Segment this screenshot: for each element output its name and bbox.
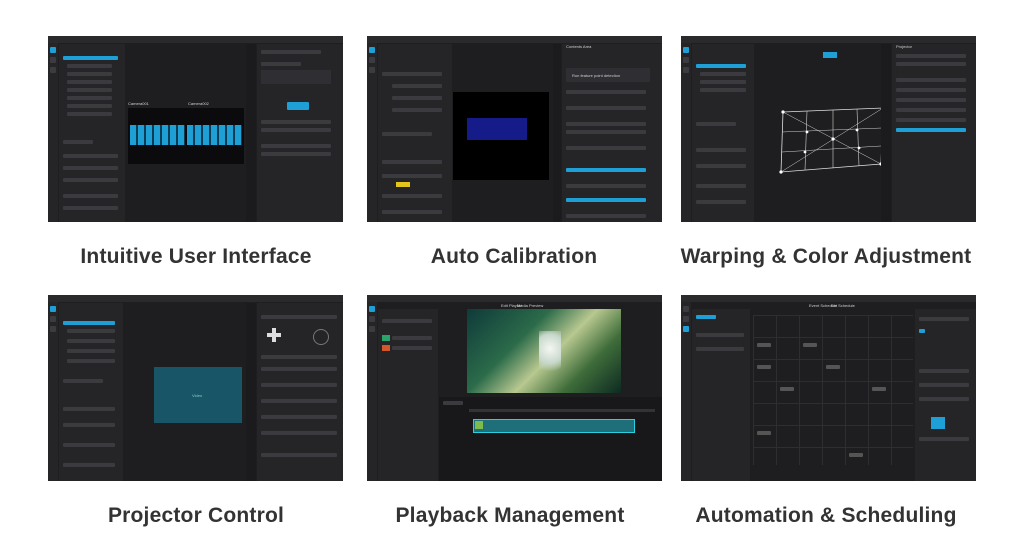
feature-caption: Playback Management (395, 504, 625, 527)
feature-playback-screenshot: Edit Playlist Media Preview (367, 295, 662, 481)
feature-caption: Projector Control (107, 504, 285, 527)
feature-projector-screenshot: Video (48, 295, 343, 481)
screen-label: Video (192, 393, 203, 398)
feature-warp-screenshot: Projector (681, 36, 976, 222)
feature-schedule-screenshot: Event Schedule Set Schedule (681, 295, 976, 481)
camera-label: Camera002 (188, 101, 209, 106)
warp-grid[interactable] (777, 102, 889, 182)
calendar-grid[interactable] (753, 315, 913, 465)
feature-caption: Auto Calibration (430, 245, 598, 268)
feature-caption: Intuitive User Interface (80, 245, 312, 268)
panel-title: Projector (896, 44, 913, 49)
camera-label: Camera001 (128, 101, 149, 106)
tab-media-preview[interactable]: Media Preview (517, 303, 543, 308)
feature-caption: Warping & Color Adjustment (680, 245, 972, 268)
tab-set-schedule[interactable]: Set Schedule (831, 303, 855, 308)
panel-title: Contents Area (566, 44, 592, 49)
feature-ui-screenshot: Camera001 Camera002 (48, 36, 343, 222)
feature-autocal-screenshot: Contents Area Run feature point detectio… (367, 36, 662, 222)
detect-button[interactable]: Run feature point detection (572, 73, 620, 78)
feature-caption: Automation & Scheduling (695, 504, 957, 527)
